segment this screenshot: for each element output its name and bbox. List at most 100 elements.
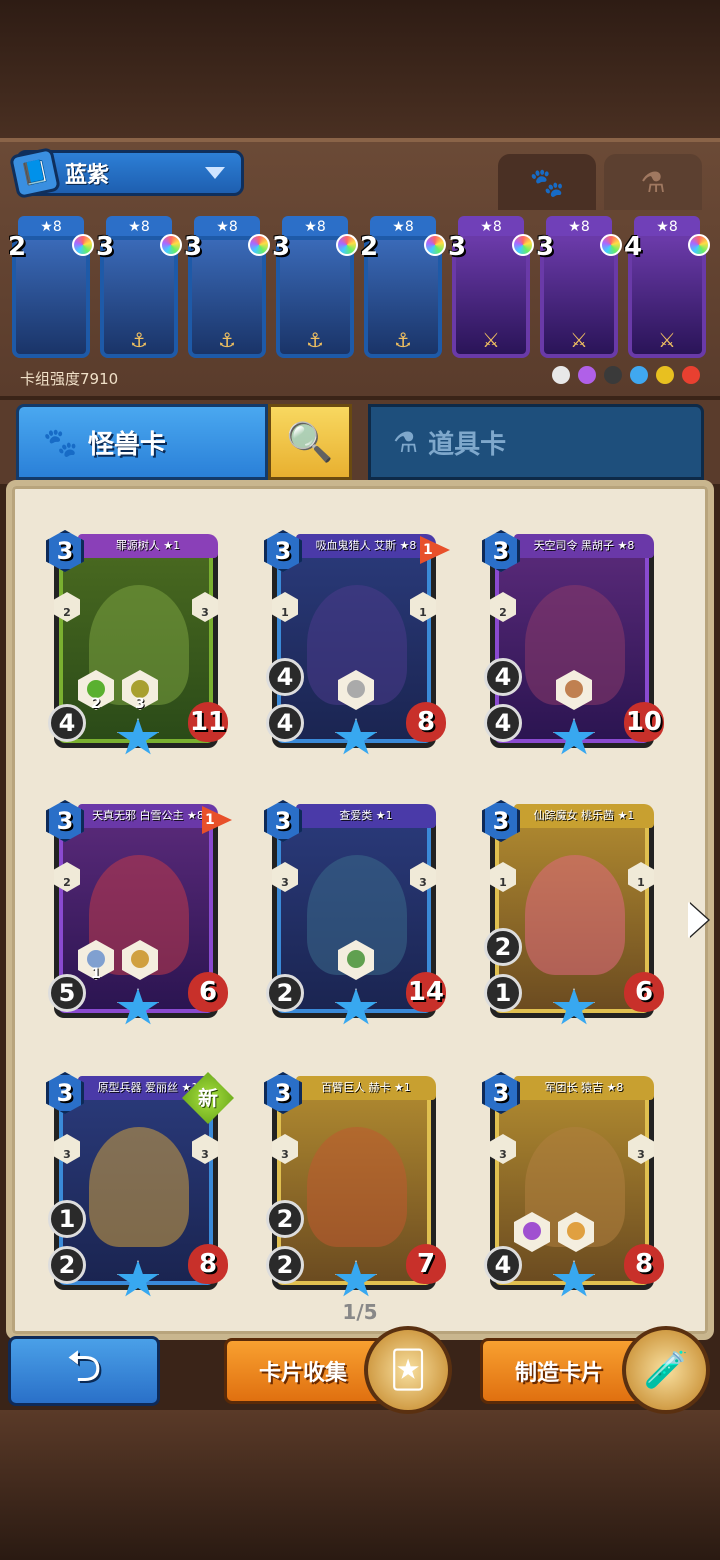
card-health: 7 [406, 1244, 446, 1284]
card-attack: 2 [484, 928, 522, 966]
card-collection-label: 卡片收集 [259, 1361, 348, 1386]
rainbow-gem-icon [688, 234, 710, 256]
card-name: 天真无邪 白雪公主 ★8 [78, 804, 218, 828]
page-indicator: 1/5 [342, 1300, 378, 1324]
sword-icon: ⚔ [482, 328, 500, 352]
card-speed: 2 [48, 1246, 86, 1284]
rainbow-gem-icon [424, 234, 446, 256]
deck-card[interactable]: ★8 4 ⚔ [624, 216, 710, 360]
rainbow-gem-icon [512, 234, 534, 256]
monster-card[interactable]: 罪源树人 ★1 3 2 3 2 3 4 11 [46, 530, 228, 758]
deck-card-cost: 3 [272, 232, 291, 262]
tab-monster-cards[interactable]: 🐾 怪兽卡 [16, 404, 268, 480]
rainbow-gem-icon [72, 234, 94, 256]
card-speed: 4 [484, 1246, 522, 1284]
hook-icon: ⚓ [130, 328, 148, 352]
top-background [0, 0, 720, 140]
faction-icon [578, 366, 596, 384]
hook-icon: ⚓ [394, 328, 412, 352]
card-attack: 2 [266, 1200, 304, 1238]
card-health: 11 [187, 702, 228, 742]
deck-card[interactable]: ★8 3 ⚓ [184, 216, 270, 360]
monster-card[interactable]: 吸血鬼猎人 艾斯 ★8 3 1 1 4 4 8 1 [264, 530, 450, 758]
deck-card-cost: 3 [96, 232, 115, 262]
card-attack: 4 [266, 658, 304, 696]
tab-monster-deck[interactable]: 🐾 [498, 154, 596, 210]
chevron-down-icon [205, 167, 225, 179]
deck-card[interactable]: ★8 3 ⚔ [536, 216, 622, 360]
card-art [89, 1127, 189, 1247]
deck-card-stars: ★8 [282, 216, 348, 238]
deck-card[interactable]: ★8 2 ⚓ [360, 216, 446, 360]
card-collection-badge-icon[interactable]: 🃏 [364, 1326, 452, 1414]
monster-card[interactable]: 天真无邪 白雪公主 ★8 3 2 1 5 6 1 [46, 800, 232, 1028]
rainbow-gem-icon [248, 234, 270, 256]
card-speed: 2 [266, 974, 304, 1012]
tab-item-deck[interactable]: ⚗ [604, 154, 702, 210]
card-speed: 4 [484, 704, 522, 742]
deck-card[interactable]: ★8 3 ⚓ [272, 216, 358, 360]
bottom-background [0, 1410, 720, 1560]
next-page-arrow-icon[interactable] [688, 902, 708, 938]
deck-card-stars: ★8 [194, 216, 260, 238]
deck-card-cost: 3 [536, 232, 555, 262]
deck-strength: 卡组强度7910 [20, 370, 119, 388]
card-speed: 1 [484, 974, 522, 1012]
deck-card-stars: ★8 [458, 216, 524, 238]
card-art [307, 1127, 407, 1247]
deck-selector[interactable]: 📘 蓝紫 [8, 146, 244, 200]
monster-card[interactable]: 军团长 猿吉 ★8 3 3 3 4 8 [482, 1072, 664, 1300]
card-health: 14 [405, 972, 446, 1012]
search-button[interactable]: 🔍 [268, 404, 352, 480]
monster-card[interactable]: 天空司令 黑胡子 ★8 3 2 4 4 10 [482, 530, 664, 758]
faction-icon [552, 366, 570, 384]
card-name: 仙踪魔女 桃乐茜 ★1 [514, 804, 654, 828]
monster-card[interactable]: 仙踪魔女 桃乐茜 ★1 3 1 1 2 1 6 [482, 800, 664, 1028]
faction-icons [552, 366, 700, 384]
monster-card[interactable]: 原型兵器 爱丽丝 ★1 3 3 3 1 2 8 新 [46, 1072, 234, 1300]
potion-icon: ⚗ [640, 165, 666, 199]
deck-card-cost: 2 [360, 232, 379, 262]
monster-card[interactable]: 百臂巨人 赫卡 ★1 3 3 2 2 7 [264, 1072, 446, 1300]
craft-potion-badge-icon[interactable]: 🧪 [622, 1326, 710, 1414]
tab-item-cards[interactable]: ⚗ 道具卡 [368, 404, 704, 480]
sword-icon: ⚔ [658, 328, 676, 352]
card-speed: 2 [266, 1246, 304, 1284]
card-health: 6 [624, 972, 664, 1012]
rainbow-gem-icon [160, 234, 182, 256]
monster-card[interactable]: 查爱类 ★1 3 3 3 2 14 [264, 800, 446, 1028]
card-speed: 4 [266, 704, 304, 742]
search-icon: 🔍 [286, 419, 334, 464]
card-name: 百臂巨人 赫卡 ★1 [296, 1076, 436, 1100]
deck-card-stars: ★8 [634, 216, 700, 238]
deck-card-stars: ★8 [546, 216, 612, 238]
card-attack: 1 [48, 1200, 86, 1238]
deck-card-cost: 3 [184, 232, 203, 262]
paw-icon: 🐾 [529, 165, 565, 199]
faction-icon [656, 366, 674, 384]
craft-card-label: 制造卡片 [515, 1361, 604, 1386]
card-speed: 4 [48, 704, 86, 742]
faction-icon [604, 366, 622, 384]
deck-card-stars: ★8 [106, 216, 172, 238]
deck-card-stars: ★8 [370, 216, 436, 238]
tab-items-label: 道具卡 [428, 429, 507, 460]
card-name: 军团长 猿吉 ★8 [514, 1076, 654, 1100]
tab-monster-label: 怪兽卡 [87, 429, 166, 460]
card-name: 天空司令 黑胡子 ★8 [514, 534, 654, 558]
hook-icon: ⚓ [306, 328, 324, 352]
card-name: 查爱类 ★1 [296, 804, 436, 828]
faction-icon [682, 366, 700, 384]
deck-card[interactable]: ★8 3 ⚓ [96, 216, 182, 360]
potion-icon: ⚗ [393, 425, 419, 459]
faction-icon [630, 366, 648, 384]
back-button[interactable]: ⮌ [8, 1336, 160, 1406]
card-health: 6 [188, 972, 228, 1012]
card-health: 8 [188, 1244, 228, 1284]
card-health: 8 [624, 1244, 664, 1284]
card-health: 10 [623, 702, 664, 742]
card-attack: 4 [484, 658, 522, 696]
deck-card[interactable]: ★8 2 [8, 216, 94, 360]
deck-card-strip: ★8 2 ★8 3 ⚓ ★8 3 ⚓ ★8 3 ⚓ ★8 2 ⚓ ★8 3 ⚔ ★8 3 ⚔ ★8 4 ⚔ [8, 216, 712, 362]
deck-card[interactable]: ★8 3 ⚔ [448, 216, 534, 360]
